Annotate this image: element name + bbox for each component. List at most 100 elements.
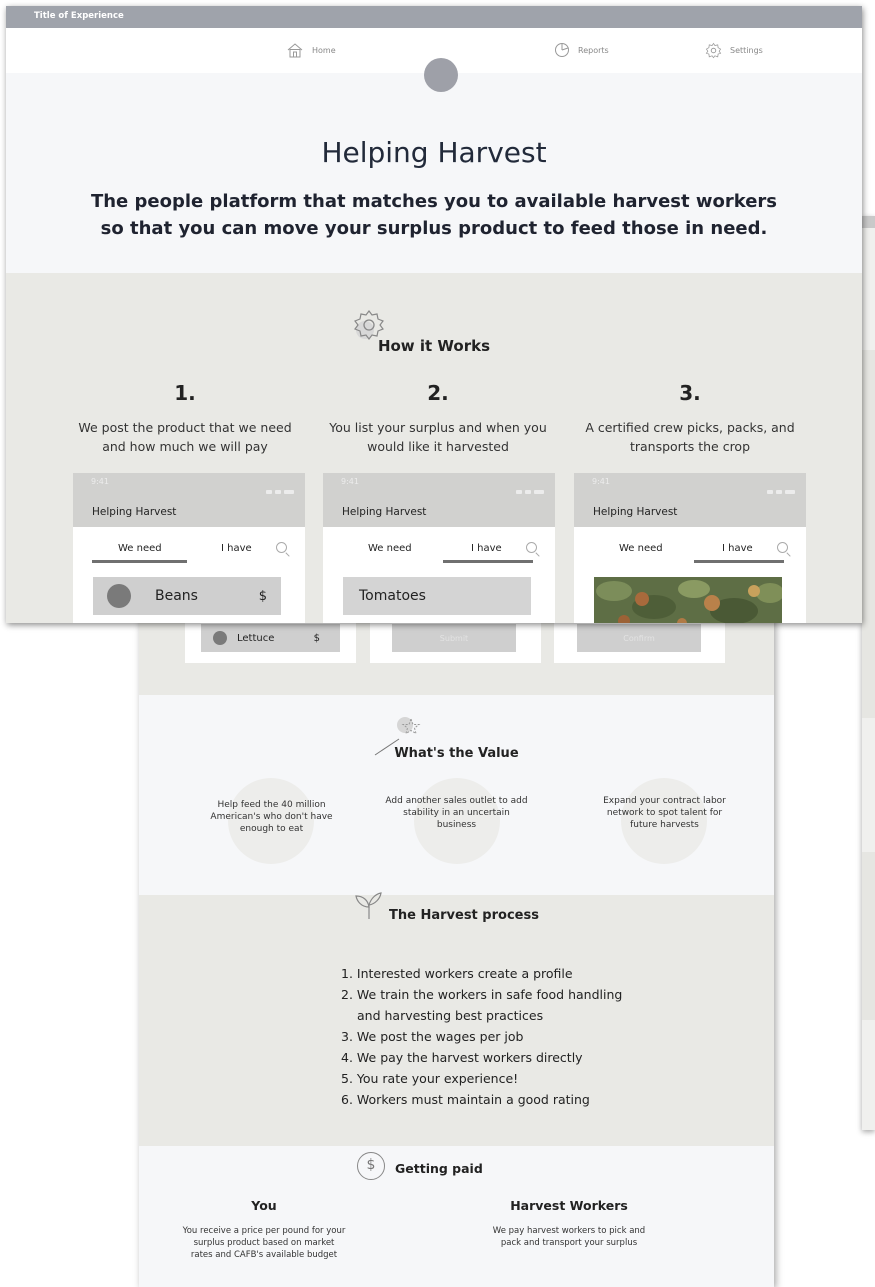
dollar-icon: $ [357, 1152, 385, 1180]
list-item[interactable]: Tomatoes [343, 577, 531, 615]
value-item-line: Help feed the 40 million [217, 800, 326, 810]
value-item-line: Expand your contract labor [603, 796, 726, 806]
search-icon[interactable] [526, 542, 537, 553]
phone-mockup-confirm: 9:41 Helping Harvest We need I have [574, 473, 806, 623]
list-item-label: Beans [155, 588, 198, 604]
title-bar: Title of Experience [6, 6, 862, 28]
you-title: You [251, 1198, 277, 1213]
paid-text-line: surplus product based on market [193, 1238, 335, 1248]
paid-text-line: rates and CAFB's available budget [190, 1250, 338, 1260]
step-description: We post the product that we need and how… [58, 418, 312, 456]
value-item-line: enough to eat [239, 824, 304, 834]
value-item-1: Help feed the 40 million American's who … [189, 799, 354, 835]
step-line: We post the product that we need [78, 420, 292, 435]
active-tab-indicator [443, 560, 533, 563]
signal-wifi-battery-icon [764, 479, 796, 494]
phone-tabs: We need I have [574, 527, 806, 571]
status-time: 9:41 [341, 477, 359, 486]
phone-app-header: Helping Harvest [323, 494, 555, 527]
tab-i-have[interactable]: I have [221, 543, 252, 554]
lower-page-sheet: Lettuce $ Submit Confirm What's the Valu… [139, 560, 774, 1287]
background-sheet-top-bar [862, 216, 875, 228]
list-item-label: Tomatoes [359, 588, 426, 604]
list-item: and harvesting best practices [357, 1008, 544, 1023]
subtitle-line: The people platform that matches you to … [90, 191, 778, 212]
step-number: 1. [174, 381, 196, 405]
search-icon[interactable] [777, 542, 788, 553]
nav-item-label: Home [312, 45, 336, 55]
background-sheet-right [862, 216, 875, 1130]
list-item: 5. You rate your experience! [341, 1071, 519, 1086]
product-avatar [107, 584, 131, 608]
nav-item-home[interactable]: Home [286, 42, 336, 58]
search-icon[interactable] [276, 542, 287, 553]
phone-app-title: Helping Harvest [342, 506, 427, 518]
background-sheet-band [862, 852, 875, 1020]
nav-item-settings[interactable]: Settings [705, 42, 763, 59]
avatar[interactable] [424, 58, 458, 92]
harvest-workers-title: Harvest Workers [510, 1198, 628, 1213]
list-item[interactable]: Lettuce $ [201, 624, 340, 652]
phone-mockup-we-need: 9:41 Helping Harvest We need I have Bean… [73, 473, 305, 623]
status-time: 9:41 [592, 477, 610, 486]
subtitle-line: so that you can move your surplus produc… [100, 218, 768, 239]
page-subtitle: The people platform that matches you to … [6, 188, 862, 242]
step-line: and how much we will pay [102, 439, 268, 454]
vegetable-image [594, 577, 782, 623]
step-line: A certified crew picks, packs, and [585, 420, 795, 435]
harvest-process-list: 1. Interested workers create a profile 2… [341, 963, 622, 1110]
list-item: 6. Workers must maintain a good rating [341, 1092, 590, 1107]
submit-button-label: Submit [439, 633, 469, 643]
getting-paid-title: Getting paid [395, 1161, 483, 1176]
page-title: Helping Harvest [321, 136, 547, 169]
value-section: What's the Value Help feed the 40 millio… [139, 695, 774, 895]
phone-app-title: Helping Harvest [92, 506, 177, 518]
getting-paid-section: $ Getting paid You You receive a price p… [139, 1146, 774, 1287]
phone-status-bar: 9:41 [323, 473, 555, 494]
list-item-price: $ [313, 632, 320, 644]
value-item-line: network to spot talent for [606, 808, 723, 818]
nav-item-reports[interactable]: Reports [554, 42, 609, 58]
tab-we-need[interactable]: We need [368, 543, 412, 554]
tab-i-have[interactable]: I have [471, 543, 502, 554]
value-item-line: stability in an uncertain [403, 808, 510, 818]
submit-button[interactable]: Submit [392, 624, 516, 652]
phone-card-bottom-2: Submit [370, 622, 541, 663]
harvest-workers-description: We pay harvest workers to pick and pack … [474, 1225, 664, 1249]
phone-app-header: Helping Harvest [574, 494, 806, 527]
value-item-2: Add another sales outlet to add stabilit… [374, 795, 539, 831]
tab-we-need[interactable]: We need [619, 543, 663, 554]
confirm-button[interactable]: Confirm [577, 624, 701, 652]
value-item-line: Add another sales outlet to add [385, 796, 528, 806]
value-title: What's the Value [394, 746, 519, 761]
phone-status-bar: 9:41 [574, 473, 806, 494]
phone-tabs: We need I have [323, 527, 555, 571]
value-item-3: Expand your contract labor network to sp… [582, 795, 747, 831]
phone-tabs: We need I have [73, 527, 305, 571]
list-item[interactable]: Beans $ [93, 577, 281, 615]
nav-item-label: Reports [578, 45, 609, 55]
active-tab-indicator [694, 560, 784, 563]
list-item-price: $ [258, 588, 267, 604]
signal-wifi-battery-icon [263, 479, 295, 494]
home-icon [287, 43, 303, 58]
step-line: You list your surplus and when you [329, 420, 547, 435]
crop-photo [594, 577, 782, 623]
background-sheet-band [862, 350, 875, 718]
tab-i-have[interactable]: I have [722, 543, 753, 554]
phone-card-bottom-3: Confirm [554, 622, 725, 663]
signal-wifi-battery-icon [513, 479, 545, 494]
nav-item-label: Settings [730, 46, 763, 55]
step-line: would like it harvested [367, 439, 509, 454]
paid-text-line: We pay harvest workers to pick and [492, 1226, 646, 1236]
value-item-line: business [436, 820, 477, 830]
step-number: 2. [427, 381, 449, 405]
harvest-process-section: The Harvest process 1. Interested worker… [139, 892, 774, 1146]
value-item-line: American's who don't have [210, 812, 333, 822]
list-item: 3. We post the wages per job [341, 1029, 524, 1044]
how-it-works-section: How it Works 1. 2. 3. We post the produc… [6, 273, 862, 623]
phone-app-title: Helping Harvest [593, 506, 678, 518]
harvest-process-title: The Harvest process [389, 908, 539, 923]
tab-we-need[interactable]: We need [118, 543, 162, 554]
phone-mockup-i-have: 9:41 Helping Harvest We need I have Toma… [323, 473, 555, 623]
